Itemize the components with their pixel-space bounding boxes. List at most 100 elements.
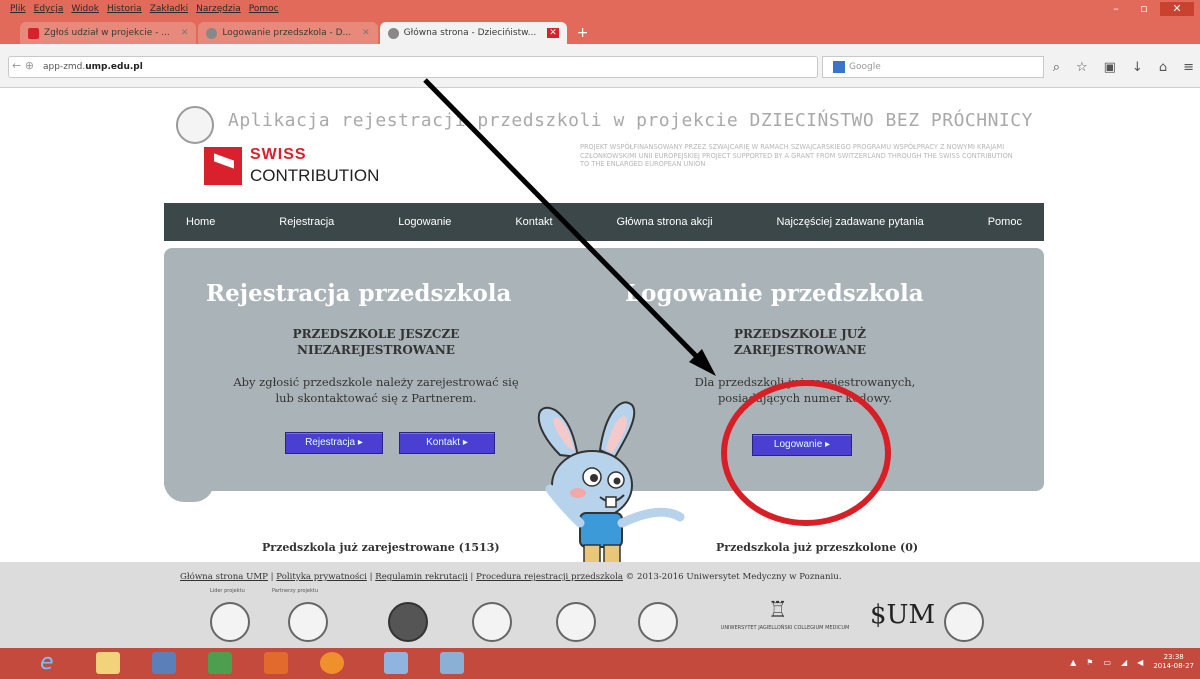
- browser-navbar: app-zmd.ump.edu.pl ← ⊕ Google ⌕ ☆ ▣ ↓ ⌂ …: [0, 44, 1200, 88]
- caption-partner: Partnerzy projektu: [272, 588, 319, 594]
- search-placeholder: Google: [849, 62, 881, 72]
- tab-close-icon[interactable]: ✕: [547, 28, 559, 38]
- panel-tail: [164, 480, 214, 502]
- partner-seal-icon[interactable]: [288, 602, 328, 642]
- eagle-seal-icon[interactable]: [556, 602, 596, 642]
- back-arrow-icon[interactable]: ← ⊕: [12, 59, 34, 72]
- nav-kontakt[interactable]: Kontakt: [515, 216, 552, 228]
- system-tray: ▲ ⚑ ▭ ◢ ◀ 23:38 2014-08-27: [1070, 653, 1194, 671]
- university-seal-icon[interactable]: [388, 602, 428, 642]
- maximize-button[interactable]: ▫: [1132, 2, 1156, 16]
- network-icon[interactable]: ◢: [1121, 658, 1127, 667]
- nav-rejestracja[interactable]: Rejestracja: [279, 216, 334, 228]
- excel-icon[interactable]: [208, 652, 232, 674]
- footer-link-rules[interactable]: Regulamin rekrutacji: [375, 572, 467, 582]
- tab-glowna-strona[interactable]: Główna strona - Dziecińistw... ✕: [379, 22, 567, 44]
- nav-home[interactable]: Home: [186, 216, 215, 228]
- close-window-button[interactable]: ✕: [1160, 2, 1194, 16]
- clipboard-icon[interactable]: ▣: [1104, 60, 1116, 75]
- brand-swiss: SWISS: [250, 146, 307, 163]
- clock-time: 23:38: [1163, 653, 1184, 661]
- menu-widok[interactable]: Widok: [71, 4, 99, 14]
- tab-strip: Zgłoś udział w projekcie - ... ✕ Logowan…: [20, 22, 597, 44]
- search-box[interactable]: Google: [822, 56, 1044, 78]
- login-subheading: PRZEDSZKOLE JUŻ ZAREJESTROWANE: [680, 326, 920, 358]
- tab-title: Zgłoś udział w projekcie - ...: [44, 28, 170, 38]
- menu-historia[interactable]: Historia: [107, 4, 142, 14]
- download-icon[interactable]: ↓: [1132, 60, 1143, 75]
- register-button[interactable]: Rejestracja ▸: [285, 432, 383, 454]
- toolbar-icons: ⌕ ☆ ▣ ↓ ⌂ ≡: [1053, 60, 1194, 75]
- register-heading: Rejestracja przedszkola: [206, 280, 512, 307]
- footer-link-ump[interactable]: Główna strona UMP: [180, 572, 268, 582]
- tab-logowanie[interactable]: Logowanie przedszkola - D... ✕: [198, 22, 378, 44]
- tab-title: Główna strona - Dziecińistw...: [403, 28, 537, 38]
- partner-crest-icon[interactable]: [944, 602, 984, 642]
- login-heading: Logowanie przedszkola: [625, 280, 924, 307]
- login-button[interactable]: Logowanie ▸: [752, 434, 852, 456]
- nav-faq[interactable]: Najczęściej zadawane pytania: [776, 216, 923, 228]
- register-text-line2: lub skontaktować się z Partnerem.: [275, 391, 477, 405]
- firefox-icon[interactable]: [320, 652, 344, 674]
- menu-zakladki[interactable]: Zakładki: [150, 4, 188, 14]
- powerpoint-icon[interactable]: [264, 652, 288, 674]
- home-icon[interactable]: ⌂: [1159, 60, 1167, 75]
- tab-favicon-icon: [387, 27, 399, 39]
- footer-link-privacy[interactable]: Polityka prywatności: [276, 572, 367, 582]
- register-text-line1: Aby zgłosić przedszkole należy zarejestr…: [233, 375, 519, 389]
- menu-icon[interactable]: ≡: [1183, 60, 1194, 75]
- minimize-button[interactable]: –: [1104, 2, 1128, 16]
- ump-seal-icon[interactable]: [210, 602, 250, 642]
- brand-contribution: CONTRIBUTION: [250, 166, 380, 185]
- menu-pomoc[interactable]: Pomoc: [249, 4, 279, 14]
- menu-plik[interactable]: Plik: [10, 4, 26, 14]
- tab-close-icon[interactable]: ✕: [181, 28, 189, 38]
- stats-registered: Przedszkola już zarejestrowane (1513): [262, 541, 500, 554]
- battery-icon[interactable]: ▭: [1103, 658, 1111, 667]
- clock[interactable]: 23:38 2014-08-27: [1153, 653, 1194, 671]
- tab-zglos-udzial[interactable]: Zgłoś udział w projekcie - ... ✕: [20, 22, 197, 44]
- stats-trained: Przedszkola już przeszkolone (0): [716, 541, 919, 554]
- document-icon[interactable]: [384, 652, 408, 674]
- volume-icon[interactable]: ◀: [1137, 658, 1143, 667]
- uj-crest-icon[interactable]: ♖: [768, 598, 788, 623]
- project-logo-icon: [176, 106, 214, 144]
- app-window-icon[interactable]: [152, 652, 176, 674]
- medical-seal-icon[interactable]: [472, 602, 512, 642]
- sum-logo[interactable]: $UM: [870, 600, 935, 630]
- footer-links: Główna strona UMP | Polityka prywatności…: [180, 572, 842, 582]
- register-sub-line2: NIEZAREJESTROWANE: [297, 343, 455, 357]
- register-sub-line1: PRZEDSZKOLE JESZCZE: [292, 327, 460, 341]
- login-sub-line1: PRZEDSZKOLE JUŻ: [734, 327, 866, 341]
- eagle-dark-seal-icon[interactable]: [638, 602, 678, 642]
- bunny-mascot-icon: [537, 401, 685, 565]
- footer-link-procedure[interactable]: Procedura rejestracji przedszkola: [476, 572, 623, 582]
- search-icon[interactable]: ⌕: [1053, 60, 1060, 75]
- nav-pomoc[interactable]: Pomoc: [988, 216, 1022, 228]
- nav-glowna-strona-akcji[interactable]: Główna strona akcji: [617, 216, 713, 228]
- new-tab-button[interactable]: +: [569, 22, 597, 44]
- uj-caption: UNIWERSYTET JAGIELLOŃSKI COLLEGIUM MEDIC…: [720, 625, 850, 631]
- menu-narzedzia[interactable]: Narzędzia: [196, 4, 241, 14]
- main-nav: Home Rejestracja Logowanie Kontakt Główn…: [164, 203, 1044, 241]
- file-explorer-icon[interactable]: [96, 652, 120, 674]
- paint-icon[interactable]: [440, 652, 464, 674]
- flag-icon[interactable]: ⚑: [1086, 658, 1093, 667]
- login-sub-line2: ZAREJESTROWANE: [733, 343, 867, 357]
- bookmark-star-icon[interactable]: ☆: [1076, 60, 1088, 75]
- menu-edycja[interactable]: Edycja: [34, 4, 64, 14]
- tab-favicon-icon: [206, 27, 218, 39]
- footer-copyright: © 2013-2016 Uniwersytet Medyczny w Pozna…: [625, 572, 842, 582]
- ie-icon[interactable]: e: [40, 652, 64, 674]
- tab-favicon-icon: [28, 27, 39, 39]
- register-subheading: PRZEDSZKOLE JESZCZE NIEZAREJESTROWANE: [256, 326, 496, 358]
- swiss-contribution-logo-icon: [204, 147, 242, 185]
- tab-title: Logowanie przedszkola - D...: [222, 28, 352, 38]
- tab-close-icon[interactable]: ✕: [362, 28, 370, 38]
- address-bar[interactable]: app-zmd.ump.edu.pl: [8, 56, 818, 78]
- contact-button[interactable]: Kontakt ▸: [399, 432, 495, 454]
- clock-date: 2014-08-27: [1153, 662, 1194, 670]
- windows-taskbar: [0, 648, 1200, 679]
- nav-logowanie[interactable]: Logowanie: [398, 216, 451, 228]
- tray-arrow-icon[interactable]: ▲: [1070, 658, 1076, 667]
